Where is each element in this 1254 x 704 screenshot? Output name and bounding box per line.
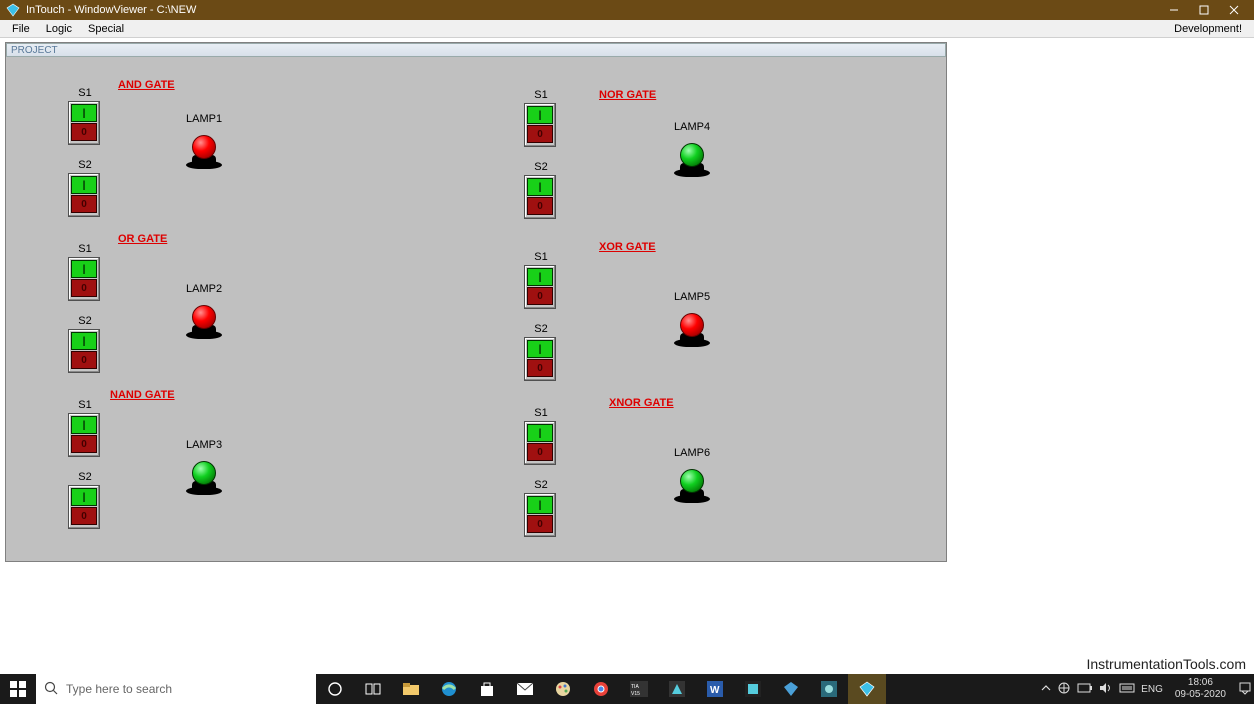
switch-state-off: 0 xyxy=(71,123,97,141)
svg-text:V15: V15 xyxy=(631,691,640,697)
search-icon xyxy=(44,681,58,698)
window-titlebar: InTouch - WindowViewer - C:\NEW xyxy=(0,0,1254,20)
lamp-4 xyxy=(672,137,712,177)
search-box[interactable]: Type here to search xyxy=(36,674,316,704)
switch-xnor-s1[interactable]: | 0 xyxy=(524,421,556,465)
lamp-label-2: LAMP2 xyxy=(186,283,222,295)
switch-label-or-s1: S1 xyxy=(70,243,100,255)
switch-xor-s1[interactable]: | 0 xyxy=(524,265,556,309)
switch-nor-s2[interactable]: | 0 xyxy=(524,175,556,219)
lamp-5 xyxy=(672,307,712,347)
switch-label-and-s2: S2 xyxy=(70,159,100,171)
lamp-1 xyxy=(184,129,224,169)
app-icon-3[interactable] xyxy=(772,674,810,704)
clock-date: 09-05-2020 xyxy=(1175,689,1226,701)
svg-text:TIA: TIA xyxy=(631,684,639,690)
switch-label-xnor-s2: S2 xyxy=(526,479,556,491)
gate-title-nand: NAND GATE xyxy=(110,389,175,401)
switch-label-nor-s2: S2 xyxy=(526,161,556,173)
switch-or-s2[interactable]: | 0 xyxy=(68,329,100,373)
watermark: InstrumentationTools.com xyxy=(1086,656,1246,672)
switch-nand-s2[interactable]: | 0 xyxy=(68,485,100,529)
battery-icon[interactable] xyxy=(1077,683,1093,696)
switch-state-on: | xyxy=(71,104,97,122)
switch-label-and-s1: S1 xyxy=(70,87,100,99)
clock-time: 18:06 xyxy=(1175,677,1226,689)
app-icon-4[interactable] xyxy=(810,674,848,704)
word-icon[interactable]: W xyxy=(696,674,734,704)
close-button[interactable] xyxy=(1220,1,1248,19)
system-tray: ENG 18:06 09-05-2020 xyxy=(1041,677,1254,701)
intouch-taskbar-icon[interactable] xyxy=(848,674,886,704)
store-icon[interactable] xyxy=(468,674,506,704)
gate-title-nor: NOR GATE xyxy=(599,89,656,101)
switch-label-xor-s1: S1 xyxy=(526,251,556,263)
task-view-icon[interactable] xyxy=(354,674,392,704)
lamp-label-3: LAMP3 xyxy=(186,439,222,451)
app-icon xyxy=(6,3,20,17)
keyboard-icon[interactable] xyxy=(1119,683,1135,696)
language-indicator[interactable]: ENG xyxy=(1141,684,1163,695)
window-title: InTouch - WindowViewer - C:\NEW xyxy=(26,4,1160,16)
search-placeholder: Type here to search xyxy=(66,682,172,696)
development-label: Development! xyxy=(1166,23,1250,35)
volume-icon[interactable] xyxy=(1099,682,1113,697)
switch-and-s2[interactable]: | 0 xyxy=(68,173,100,217)
tia-portal-icon[interactable]: TIAV15 xyxy=(620,674,658,704)
maximize-button[interactable] xyxy=(1190,1,1218,19)
menu-logic[interactable]: Logic xyxy=(38,23,80,35)
lamp-3 xyxy=(184,455,224,495)
mail-icon[interactable] xyxy=(506,674,544,704)
project-panel: PROJECT AND GATE S1 | 0 S2 | 0 LAMP1 OR … xyxy=(5,42,947,562)
switch-label-nand-s1: S1 xyxy=(70,399,100,411)
gate-title-xor: XOR GATE xyxy=(599,241,656,253)
lamp-2 xyxy=(184,299,224,339)
app-icon-2[interactable] xyxy=(734,674,772,704)
switch-xor-s2[interactable]: | 0 xyxy=(524,337,556,381)
menu-special[interactable]: Special xyxy=(80,23,132,35)
lamp-label-1: LAMP1 xyxy=(186,113,222,125)
switch-label-xor-s2: S2 xyxy=(526,323,556,335)
chrome-icon[interactable] xyxy=(582,674,620,704)
lamp-label-5: LAMP5 xyxy=(674,291,710,303)
minimize-button[interactable] xyxy=(1160,1,1188,19)
switch-or-s1[interactable]: | 0 xyxy=(68,257,100,301)
network-icon[interactable] xyxy=(1057,682,1071,697)
lamp-6 xyxy=(672,463,712,503)
switch-label-nor-s1: S1 xyxy=(526,89,556,101)
lamp-label-4: LAMP4 xyxy=(674,121,710,133)
gate-title-and: AND GATE xyxy=(118,79,175,91)
file-explorer-icon[interactable] xyxy=(392,674,430,704)
edge-icon[interactable] xyxy=(430,674,468,704)
menubar: File Logic Special Development! xyxy=(0,20,1254,38)
clock[interactable]: 18:06 09-05-2020 xyxy=(1169,677,1232,701)
gate-title-xnor: XNOR GATE xyxy=(609,397,674,409)
notifications-icon[interactable] xyxy=(1238,681,1252,698)
taskbar: Type here to search TIAV15 W xyxy=(0,674,1254,704)
panel-header: PROJECT xyxy=(6,43,946,57)
switch-label-or-s2: S2 xyxy=(70,315,100,327)
switch-and-s1[interactable]: | 0 xyxy=(68,101,100,145)
lamp-label-6: LAMP6 xyxy=(674,447,710,459)
switch-nand-s1[interactable]: | 0 xyxy=(68,413,100,457)
start-button[interactable] xyxy=(0,674,36,704)
gate-title-or: OR GATE xyxy=(118,233,167,245)
svg-text:W: W xyxy=(710,685,720,696)
paint-icon[interactable] xyxy=(544,674,582,704)
switch-nor-s1[interactable]: | 0 xyxy=(524,103,556,147)
switch-label-xnor-s1: S1 xyxy=(526,407,556,419)
switch-xnor-s2[interactable]: | 0 xyxy=(524,493,556,537)
menu-file[interactable]: File xyxy=(4,23,38,35)
switch-label-nand-s2: S2 xyxy=(70,471,100,483)
tray-expand-icon[interactable] xyxy=(1041,683,1051,696)
app-icon-1[interactable] xyxy=(658,674,696,704)
cortana-icon[interactable] xyxy=(316,674,354,704)
